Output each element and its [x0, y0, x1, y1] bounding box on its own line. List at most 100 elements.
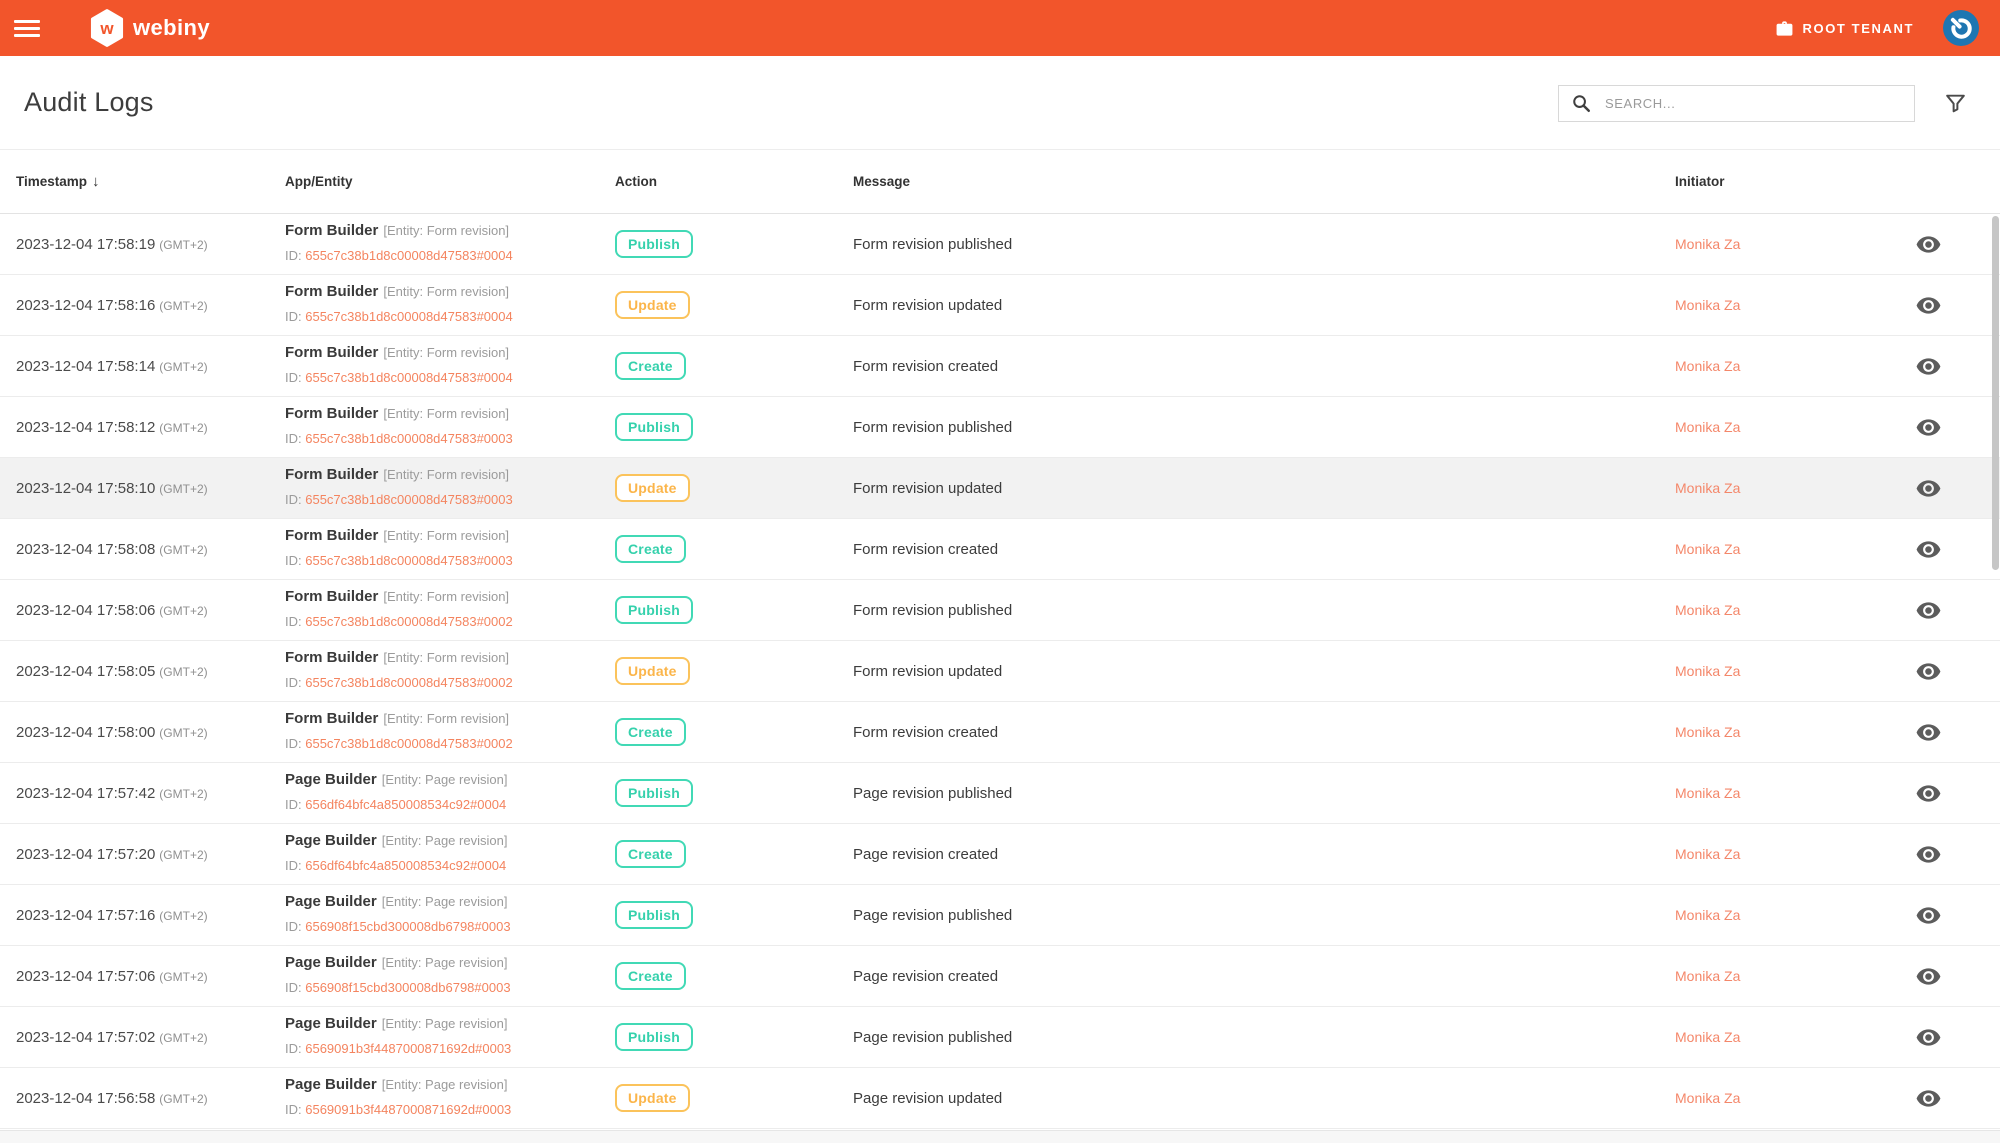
- table-body: 2023-12-04 17:58:19(GMT+2) Form Builder[…: [0, 214, 2000, 1129]
- entry-id-link[interactable]: 6569091b3f4487000871692d#0003: [305, 1041, 511, 1056]
- table-row[interactable]: 2023-12-04 17:57:20(GMT+2) Page Builder[…: [0, 824, 2000, 885]
- entity-label: [Entity: Form revision]: [383, 467, 509, 482]
- entry-id-link[interactable]: 6569091b3f4487000871692d#0003: [305, 1102, 511, 1117]
- table-row[interactable]: 2023-12-04 17:58:08(GMT+2) Form Builder[…: [0, 519, 2000, 580]
- search-box: [1558, 85, 1915, 122]
- entry-id-link[interactable]: 655c7c38b1d8c00008d47583#0004: [305, 248, 512, 263]
- tenant-label: ROOT TENANT: [1803, 21, 1914, 36]
- id-label: ID:: [285, 675, 305, 690]
- app-entity-cell: Form Builder[Entity: Form revision] ID: …: [285, 646, 615, 696]
- timestamp-cell: 2023-12-04 17:58:10(GMT+2): [0, 480, 285, 497]
- initiator-link[interactable]: Monika Za: [1675, 968, 1915, 984]
- view-details-button[interactable]: [1915, 1024, 1942, 1051]
- timezone-label: (GMT+2): [159, 238, 207, 252]
- view-details-button[interactable]: [1915, 963, 1942, 990]
- view-details-button[interactable]: [1915, 414, 1942, 441]
- table-row[interactable]: 2023-12-04 17:58:19(GMT+2) Form Builder[…: [0, 214, 2000, 275]
- view-details-button[interactable]: [1915, 536, 1942, 563]
- initiator-link[interactable]: Monika Za: [1675, 663, 1915, 679]
- entry-id-link[interactable]: 655c7c38b1d8c00008d47583#0003: [305, 492, 512, 507]
- brand-logo[interactable]: w webiny: [90, 9, 210, 47]
- entry-id-link[interactable]: 656908f15cbd300008db6798#0003: [305, 919, 510, 934]
- initiator-link[interactable]: Monika Za: [1675, 236, 1915, 252]
- id-label: ID:: [285, 248, 305, 263]
- avatar-icon[interactable]: [1942, 9, 1980, 47]
- initiator-link[interactable]: Monika Za: [1675, 297, 1915, 313]
- initiator-link[interactable]: Monika Za: [1675, 480, 1915, 496]
- tenant-selector[interactable]: ROOT TENANT: [1769, 18, 1920, 39]
- scrollbar-thumb[interactable]: [1992, 216, 1999, 570]
- entity-label: [Entity: Page revision]: [382, 955, 508, 970]
- entry-id-link[interactable]: 655c7c38b1d8c00008d47583#0002: [305, 736, 512, 751]
- table-header-row: Timestamp↓ App/Entity Action Message Ini…: [0, 150, 2000, 214]
- table-row[interactable]: 2023-12-04 17:57:06(GMT+2) Page Builder[…: [0, 946, 2000, 1007]
- view-details-button[interactable]: [1915, 1085, 1942, 1112]
- entry-id-link[interactable]: 655c7c38b1d8c00008d47583#0003: [305, 553, 512, 568]
- message-cell: Page revision published: [853, 907, 1675, 924]
- app-name: Page Builder: [285, 771, 377, 788]
- table-row[interactable]: 2023-12-04 17:58:14(GMT+2) Form Builder[…: [0, 336, 2000, 397]
- timezone-label: (GMT+2): [159, 1031, 207, 1045]
- initiator-link[interactable]: Monika Za: [1675, 724, 1915, 740]
- table-row[interactable]: 2023-12-04 17:56:58(GMT+2) Page Builder[…: [0, 1068, 2000, 1129]
- timestamp-cell: 2023-12-04 17:58:05(GMT+2): [0, 663, 285, 680]
- initiator-link[interactable]: Monika Za: [1675, 541, 1915, 557]
- entry-id-link[interactable]: 656908f15cbd300008db6798#0003: [305, 980, 510, 995]
- view-details-button[interactable]: [1915, 231, 1942, 258]
- search-input[interactable]: [1603, 95, 1902, 112]
- timestamp-cell: 2023-12-04 17:58:08(GMT+2): [0, 541, 285, 558]
- table-row[interactable]: 2023-12-04 17:57:02(GMT+2) Page Builder[…: [0, 1007, 2000, 1068]
- entry-id-link[interactable]: 655c7c38b1d8c00008d47583#0004: [305, 309, 512, 324]
- view-details-button[interactable]: [1915, 475, 1942, 502]
- id-label: ID:: [285, 1041, 305, 1056]
- table-row[interactable]: 2023-12-04 17:58:05(GMT+2) Form Builder[…: [0, 641, 2000, 702]
- table-row[interactable]: 2023-12-04 17:57:42(GMT+2) Page Builder[…: [0, 763, 2000, 824]
- view-details-button[interactable]: [1915, 719, 1942, 746]
- eye-icon: [1915, 475, 1942, 502]
- id-label: ID:: [285, 797, 305, 812]
- entry-id-link[interactable]: 655c7c38b1d8c00008d47583#0004: [305, 370, 512, 385]
- timestamp-cell: 2023-12-04 17:57:16(GMT+2): [0, 907, 285, 924]
- initiator-link[interactable]: Monika Za: [1675, 602, 1915, 618]
- view-details-button[interactable]: [1915, 841, 1942, 868]
- initiator-link[interactable]: Monika Za: [1675, 358, 1915, 374]
- actions-cell: [1915, 780, 2000, 807]
- entry-id-link[interactable]: 655c7c38b1d8c00008d47583#0002: [305, 614, 512, 629]
- tenant-icon: [1775, 19, 1794, 38]
- entry-id-link[interactable]: 655c7c38b1d8c00008d47583#0002: [305, 675, 512, 690]
- initiator-link[interactable]: Monika Za: [1675, 846, 1915, 862]
- view-details-button[interactable]: [1915, 292, 1942, 319]
- entry-id-link[interactable]: 656df64bfc4a850008534c92#0004: [305, 858, 506, 873]
- entity-label: [Entity: Form revision]: [383, 650, 509, 665]
- actions-cell: [1915, 414, 2000, 441]
- timestamp-cell: 2023-12-04 17:58:12(GMT+2): [0, 419, 285, 436]
- menu-icon[interactable]: [14, 20, 40, 37]
- view-details-button[interactable]: [1915, 902, 1942, 929]
- table-row[interactable]: 2023-12-04 17:58:10(GMT+2) Form Builder[…: [0, 458, 2000, 519]
- view-details-button[interactable]: [1915, 658, 1942, 685]
- table-row[interactable]: 2023-12-04 17:58:00(GMT+2) Form Builder[…: [0, 702, 2000, 763]
- timezone-label: (GMT+2): [159, 665, 207, 679]
- entry-id-link[interactable]: 655c7c38b1d8c00008d47583#0003: [305, 431, 512, 446]
- table-row[interactable]: 2023-12-04 17:58:16(GMT+2) Form Builder[…: [0, 275, 2000, 336]
- table-row[interactable]: 2023-12-04 17:57:16(GMT+2) Page Builder[…: [0, 885, 2000, 946]
- column-header-action: Action: [615, 174, 853, 189]
- table-row[interactable]: 2023-12-04 17:58:06(GMT+2) Form Builder[…: [0, 580, 2000, 641]
- action-badge: Publish: [615, 596, 693, 624]
- action-badge: Create: [615, 718, 686, 746]
- id-label: ID:: [285, 492, 305, 507]
- filter-button[interactable]: [1943, 91, 1968, 116]
- view-details-button[interactable]: [1915, 597, 1942, 624]
- initiator-link[interactable]: Monika Za: [1675, 785, 1915, 801]
- initiator-link[interactable]: Monika Za: [1675, 419, 1915, 435]
- table-row[interactable]: 2023-12-04 17:58:12(GMT+2) Form Builder[…: [0, 397, 2000, 458]
- initiator-link[interactable]: Monika Za: [1675, 1029, 1915, 1045]
- app-entity-cell: Form Builder[Entity: Form revision] ID: …: [285, 280, 615, 330]
- initiator-link[interactable]: Monika Za: [1675, 1090, 1915, 1106]
- entry-id-link[interactable]: 656df64bfc4a850008534c92#0004: [305, 797, 506, 812]
- initiator-link[interactable]: Monika Za: [1675, 907, 1915, 923]
- column-header-timestamp[interactable]: Timestamp↓: [0, 173, 285, 190]
- actions-cell: [1915, 658, 2000, 685]
- view-details-button[interactable]: [1915, 353, 1942, 380]
- view-details-button[interactable]: [1915, 780, 1942, 807]
